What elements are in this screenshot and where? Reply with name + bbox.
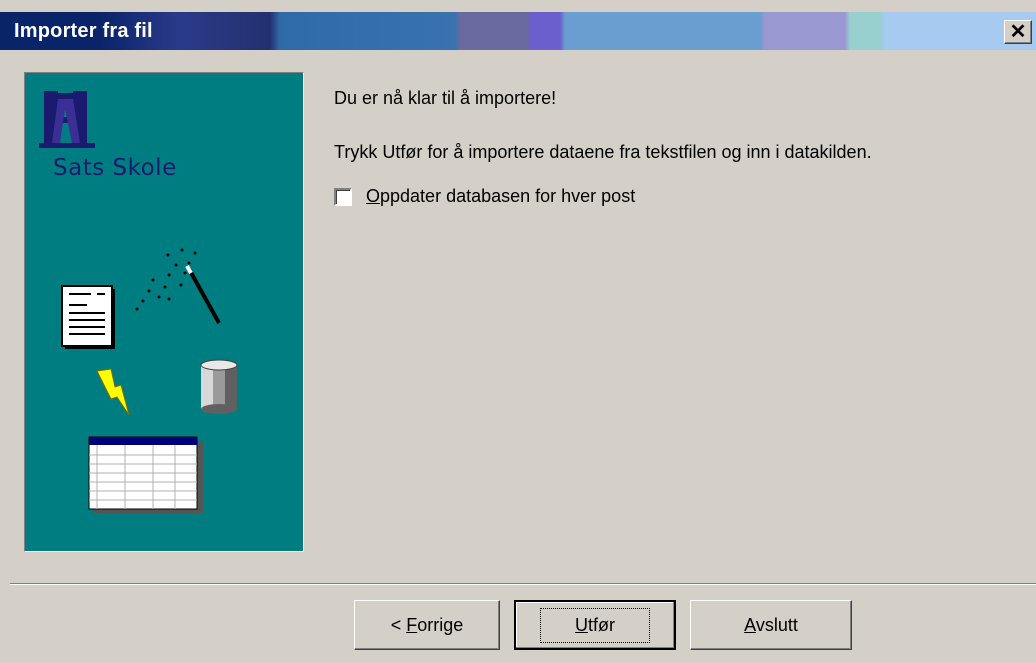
wizard-illustration-panel: Sats Skole (24, 72, 304, 552)
title-bar[interactable]: Importer fra fil ✕ (0, 12, 1036, 50)
logo-icon (39, 91, 95, 148)
window-title: Importer fra fil (14, 20, 153, 42)
table-grid-icon (88, 436, 203, 513)
finish-button[interactable]: Utfør (514, 600, 676, 650)
update-per-record-option[interactable]: Oppdater databasen for hver post (334, 186, 635, 207)
database-cylinder-icon (200, 359, 238, 414)
brand-text: Sats Skole (53, 155, 177, 181)
close-button[interactable]: ✕ (1004, 20, 1032, 44)
text-document-icon (61, 285, 115, 349)
sparkle-dots-icon (135, 248, 197, 311)
finish-button-label: Utfør (540, 607, 650, 643)
import-wizard-dialog: Importer fra fil ✕ Sats Skole Du er nå k… (0, 0, 1036, 663)
wizard-illustration (39, 91, 238, 513)
instruction-text: Trykk Utfør for å importere dataene fra … (334, 142, 872, 162)
exit-button[interactable]: Avslutt (690, 600, 852, 650)
button-bar-separator (10, 583, 1036, 585)
update-per-record-checkbox[interactable] (334, 187, 352, 206)
back-button[interactable]: < Forrige (354, 600, 500, 650)
back-button-label: < Forrige (390, 614, 464, 635)
ready-heading: Du er nå klar til å importere! (334, 88, 557, 108)
lightning-bolt-icon (96, 368, 130, 416)
magic-wand-icon (185, 265, 221, 324)
close-icon: ✕ (1009, 21, 1027, 43)
exit-button-label: Avslutt (744, 614, 798, 635)
update-per-record-label[interactable]: Oppdater databasen for hver post (366, 186, 635, 207)
